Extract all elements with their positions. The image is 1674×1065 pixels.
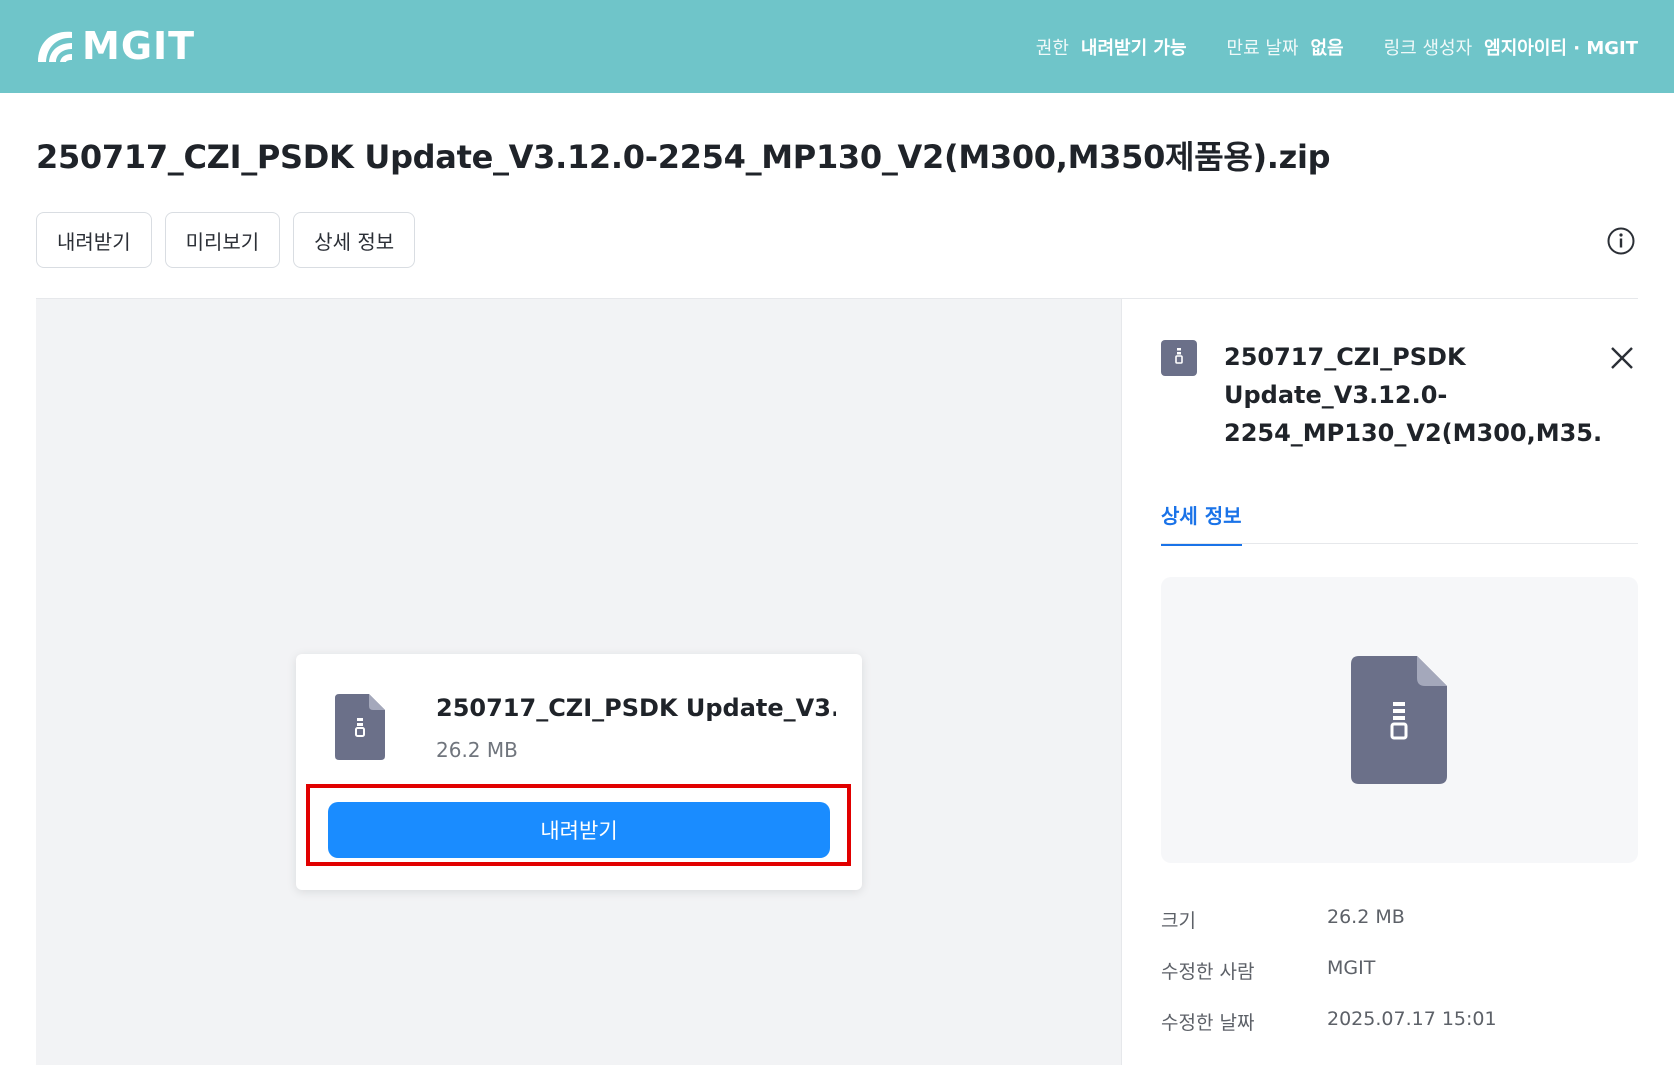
zip-file-icon-small — [1161, 340, 1197, 376]
close-icon[interactable] — [1608, 344, 1636, 372]
file-thumbnail — [1161, 577, 1638, 863]
property-label: 수정한 날짜 — [1161, 1012, 1255, 1034]
page-title: 250717_CZI_PSDK Update_V3.12.0-2254_MP13… — [36, 138, 1331, 176]
property-label: 크기 — [1161, 910, 1196, 932]
highlight-box — [306, 784, 851, 866]
zip-file-icon — [335, 694, 385, 760]
mgit-logo[interactable]: MGIT — [32, 22, 195, 70]
card-file-size: 26.2 MB — [436, 738, 518, 762]
meta-creator-value: 엠지아이티 · MGIT — [1484, 37, 1638, 59]
download-button[interactable]: 내려받기 — [36, 212, 152, 268]
panel-title-line-3: 2254_MP130_V2(M300,M35... — [1224, 419, 1604, 447]
zip-file-icon-large — [1351, 656, 1447, 784]
property-value: 2025.07.17 15:01 — [1327, 1008, 1497, 1030]
logo-text: MGIT — [82, 24, 196, 68]
meta-expiry-value: 없음 — [1310, 37, 1344, 59]
meta-expiry: 만료 날짜 없음 — [1227, 34, 1344, 60]
property-row-modified-by: 수정한 사람 MGIT — [1161, 957, 1638, 1008]
property-label: 수정한 사람 — [1161, 961, 1255, 983]
panel-title-line-1: 250717_CZI_PSDK — [1224, 343, 1466, 371]
meta-creator-label: 링크 생성자 — [1383, 37, 1473, 59]
card-file-name: 250717_CZI_PSDK Update_V3.1... — [436, 694, 836, 722]
preview-button[interactable]: 미리보기 — [164, 212, 281, 268]
properties-list: 크기 26.2 MB 수정한 사람 MGIT 수정한 날짜 2025.07.17… — [1161, 906, 1638, 1059]
meta-permission-value: 내려받기 가능 — [1080, 37, 1187, 59]
property-row-modified-date: 수정한 날짜 2025.07.17 15:01 — [1161, 1008, 1638, 1059]
meta-expiry-label: 만료 날짜 — [1226, 37, 1299, 59]
action-toolbar: 내려받기 미리보기 상세 정보 — [36, 212, 428, 268]
tab-details[interactable]: 상세 정보 — [1161, 500, 1242, 546]
top-bar: MGIT 권한 내려받기 가능 만료 날짜 없음 링크 생성자 엠지아이티 · … — [0, 0, 1674, 93]
meta-permission: 권한 내려받기 가능 — [1036, 34, 1187, 60]
logo-mark-icon — [38, 31, 72, 62]
meta-permission-label: 권한 — [1035, 37, 1069, 59]
panel-file-title: 250717_CZI_PSDK Update_V3.12.0- 2254_MP1… — [1224, 338, 1604, 452]
property-row-size: 크기 26.2 MB — [1161, 906, 1638, 957]
property-value: 26.2 MB — [1327, 906, 1405, 928]
meta-creator: 링크 생성자 엠지아이티 · MGIT — [1384, 34, 1638, 60]
property-value: MGIT — [1327, 957, 1376, 979]
share-meta: 권한 내려받기 가능 만료 날짜 없음 링크 생성자 엠지아이티 · MGIT — [996, 0, 1638, 93]
panel-title-line-2: Update_V3.12.0- — [1224, 381, 1448, 409]
details-button[interactable]: 상세 정보 — [293, 212, 416, 268]
info-icon[interactable] — [1606, 226, 1636, 256]
tab-underline — [1161, 543, 1638, 544]
